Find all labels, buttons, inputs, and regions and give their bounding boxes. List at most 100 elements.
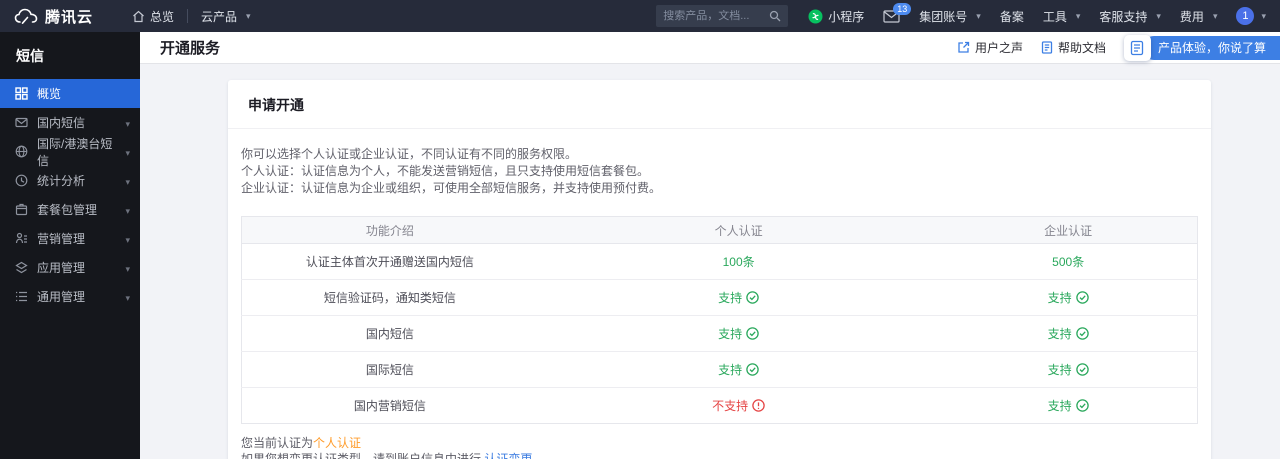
chevron-down-icon: [125, 116, 130, 130]
enterprise-value: 支持: [1047, 363, 1072, 377]
feature-cell: 认证主体首次开通赠送国内短信: [305, 255, 474, 269]
page-title: 开通服务: [160, 40, 221, 57]
group-account-label: 集团账号: [919, 9, 968, 24]
enterprise-value: 支持: [1047, 399, 1072, 413]
table-row: 国际短信 支持 支持: [241, 351, 1198, 388]
personal-value: 支持: [718, 363, 743, 377]
personal-value: 支持: [718, 291, 743, 305]
auth-change-link[interactable]: 认证变更: [484, 452, 532, 459]
user-voice-label: 用户之声: [974, 41, 1023, 55]
feature-cell: 国内营销短信: [241, 387, 538, 424]
sidebar: 短信 概览 国内短信 国际/港澳台短信: [0, 32, 140, 459]
experience-widget: 产品体验，你说了算: [1123, 34, 1280, 61]
enterprise-value: 支持: [1047, 327, 1072, 341]
sidebar-item-label: 套餐包管理: [37, 203, 98, 217]
sidebar-item-domestic-sms[interactable]: 国内短信: [0, 108, 140, 137]
change-suffix: 。: [532, 452, 545, 459]
main-content: 申请开通 你可以选择个人认证或企业认证，不同认证有不同的服务权限。 个人认证：认…: [140, 64, 1280, 459]
feature-cell: 国际短信: [241, 351, 538, 388]
search-input[interactable]: [663, 10, 764, 22]
sidebar-title: 短信: [16, 48, 44, 64]
brand-name: 腾讯云: [45, 8, 94, 26]
table-row: 认证主体首次开通赠送国内短信 100条 500条: [242, 244, 1198, 280]
sidebar-item-label: 国际/港澳台短信: [37, 136, 113, 168]
personal-value: 支持: [718, 327, 743, 341]
chevron-down-icon: [125, 290, 130, 304]
sidebar-item-label: 概览: [37, 87, 62, 101]
avatar[interactable]: 1: [1236, 7, 1255, 25]
overview-label: 总览: [150, 9, 175, 24]
clock-icon: [15, 174, 28, 187]
check-circle-icon: [1075, 399, 1089, 412]
sidebar-item-marketing-mgmt[interactable]: 营销管理: [0, 224, 140, 253]
help-docs-link[interactable]: 帮助文档: [1041, 39, 1106, 56]
sidebar-item-package-mgmt[interactable]: 套餐包管理: [0, 195, 140, 224]
check-circle-icon: [746, 327, 759, 340]
cloud-logo-icon: [14, 8, 38, 25]
chevron-down-icon: [125, 174, 130, 188]
billing-label: 费用: [1179, 9, 1204, 24]
tools-label: 工具: [1042, 9, 1067, 24]
messages-button[interactable]: 13: [883, 2, 912, 23]
sidebar-item-label: 统计分析: [37, 174, 86, 188]
change-prefix: 如果您想变更认证类型，请到账户信息中进行: [241, 452, 485, 459]
search-icon[interactable]: [769, 10, 781, 22]
header-enterprise: 企业认证: [939, 216, 1198, 244]
table-row: 国内营销短信 不支持 支持: [241, 387, 1198, 424]
help-docs-label: 帮助文档: [1057, 41, 1106, 55]
cloud-products-label: 云产品: [201, 9, 238, 24]
sidebar-item-app-mgmt[interactable]: 应用管理: [0, 253, 140, 282]
survey-doc-icon[interactable]: [1123, 34, 1151, 61]
current-auth-prefix: 您当前认证为: [241, 436, 314, 450]
package-icon: [15, 203, 28, 216]
sidebar-item-intl-sms[interactable]: 国际/港澳台短信: [0, 136, 140, 168]
cloud-products-menu[interactable]: 云产品: [188, 0, 264, 32]
topbar-nav: 总览 云产品: [119, 0, 264, 32]
page-header-actions: 用户之声 帮助文档 产品体验，你说了算: [957, 34, 1280, 61]
mail-icon: [15, 116, 28, 129]
group-account-menu[interactable]: 集团账号: [919, 8, 981, 25]
page-header: 开通服务 用户之声 帮助文档 产品体验，你说了算: [140, 32, 1280, 64]
auth-comparison-table: 功能介绍 个人认证 企业认证 认证主体首次开通赠送国内短信 100条 500条 …: [241, 216, 1198, 424]
support-menu[interactable]: 客服支持: [1099, 8, 1161, 25]
miniprogram-icon: [808, 9, 823, 24]
experience-button-label: 产品体验，你说了算: [1157, 41, 1266, 55]
check-circle-icon: [1075, 363, 1089, 376]
product-experience-button[interactable]: 产品体验，你说了算: [1141, 35, 1280, 60]
topbar-search[interactable]: [656, 5, 789, 27]
topbar-right: 小程序 13 集团账号 备案 工具 客服支持 费用 1: [808, 2, 1266, 25]
card-title: 申请开通: [228, 80, 1211, 129]
user-voice-link[interactable]: 用户之声: [957, 39, 1023, 56]
personal-value: 100条: [722, 255, 755, 269]
desc-line: 企业认证：认证信息为企业或组织，可使用全部短信服务，并支持使用预付费。: [241, 181, 662, 195]
check-circle-icon: [746, 363, 759, 376]
topbar: 腾讯云 总览 云产品 ▾ 搜索产品，文档... 小程序 13 集团账号 ▾ 备案…: [0, 0, 1280, 32]
feature-cell: 短信验证码，通知类短信: [241, 279, 538, 316]
auth-description: 你可以选择个人认证或企业认证，不同认证有不同的服务权限。 个人认证：认证信息为个…: [241, 146, 1198, 197]
tencent-cloud-logo[interactable]: 腾讯云: [14, 6, 93, 27]
chevron-down-icon: [125, 261, 130, 275]
account-menu[interactable]: 1: [1236, 7, 1266, 25]
header-personal: 个人认证: [537, 216, 940, 244]
header-feature: 功能介绍: [241, 216, 538, 244]
table-row: 国内短信 支持 支持: [241, 315, 1198, 352]
sidebar-item-statistics[interactable]: 统计分析: [0, 166, 140, 195]
layers-icon: [15, 261, 28, 274]
beian-label: 备案: [999, 9, 1024, 24]
document-icon: [1041, 41, 1053, 54]
billing-menu[interactable]: 费用: [1180, 8, 1218, 25]
miniprogram-link[interactable]: 小程序: [808, 8, 864, 25]
current-auth-value: 个人认证: [313, 436, 362, 450]
warning-circle-icon: [752, 399, 765, 412]
overview-nav[interactable]: 总览: [119, 0, 187, 32]
sidebar-item-label: 营销管理: [37, 232, 86, 246]
globe-icon: [15, 145, 28, 158]
sidebar-item-general-mgmt[interactable]: 通用管理: [0, 282, 140, 311]
check-circle-icon: [1075, 291, 1089, 304]
tools-menu[interactable]: 工具: [1043, 8, 1081, 25]
home-icon: [132, 10, 145, 23]
enterprise-value: 500条: [1052, 255, 1085, 269]
beian-link[interactable]: 备案: [1000, 8, 1024, 25]
sidebar-item-overview[interactable]: 概览: [0, 79, 140, 108]
current-auth-line: 您当前认证为个人认证: [241, 435, 1198, 451]
